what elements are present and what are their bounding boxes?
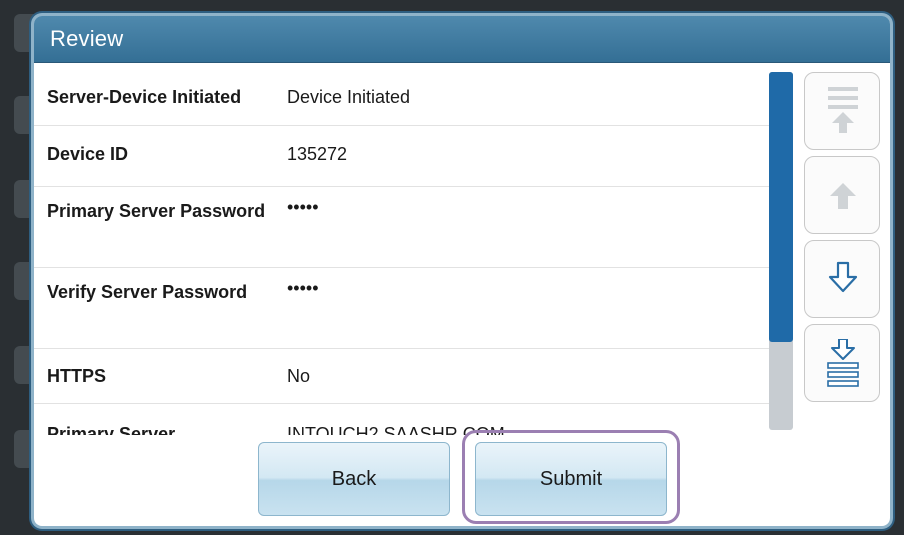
scroll-down-button[interactable] xyxy=(804,240,880,318)
review-row-verify-server-password: Verify Server Password ••••• xyxy=(34,268,774,349)
back-button[interactable]: Back xyxy=(258,442,450,516)
row-label: Server-Device Initiated xyxy=(47,87,242,107)
review-list[interactable]: Server-Device Initiated Device Initiated… xyxy=(34,63,774,435)
scroll-to-top-button[interactable] xyxy=(804,72,880,150)
review-dialog: Review Server-Device Initiated Device In… xyxy=(34,16,890,526)
password-mask: ••••• xyxy=(287,278,319,298)
row-label: Verify Server Password xyxy=(47,282,248,302)
row-label: HTTPS xyxy=(47,366,107,386)
scroll-up-button[interactable] xyxy=(804,156,880,234)
scrollbar[interactable] xyxy=(769,72,793,430)
submit-button[interactable]: Submit xyxy=(475,442,667,516)
password-mask: ••••• xyxy=(287,197,319,217)
row-value: Device Initiated xyxy=(287,87,411,107)
row-label: Primary Server Password xyxy=(47,201,266,221)
review-row-primary-server-password: Primary Server Password ••••• xyxy=(34,187,774,268)
row-label: Primary Server xyxy=(47,424,176,435)
scroll-to-top-icon xyxy=(828,87,858,133)
dialog-title-bar: Review xyxy=(34,16,890,63)
scrollbar-thumb[interactable] xyxy=(769,72,793,342)
scroll-down-icon xyxy=(828,261,858,293)
scroll-up-icon xyxy=(830,183,856,209)
review-row-server-device-initiated: Server-Device Initiated Device Initiated xyxy=(34,63,774,126)
scroll-to-bottom-button[interactable] xyxy=(804,324,880,402)
review-row-https: HTTPS No xyxy=(34,349,774,404)
dialog-title: Review xyxy=(50,26,124,51)
row-label: Device ID xyxy=(47,144,129,164)
review-row-device-id: Device ID 135272 xyxy=(34,126,774,187)
scroll-to-bottom-icon xyxy=(827,339,859,387)
row-value: No xyxy=(287,366,311,386)
row-value: 135272 xyxy=(287,144,348,164)
